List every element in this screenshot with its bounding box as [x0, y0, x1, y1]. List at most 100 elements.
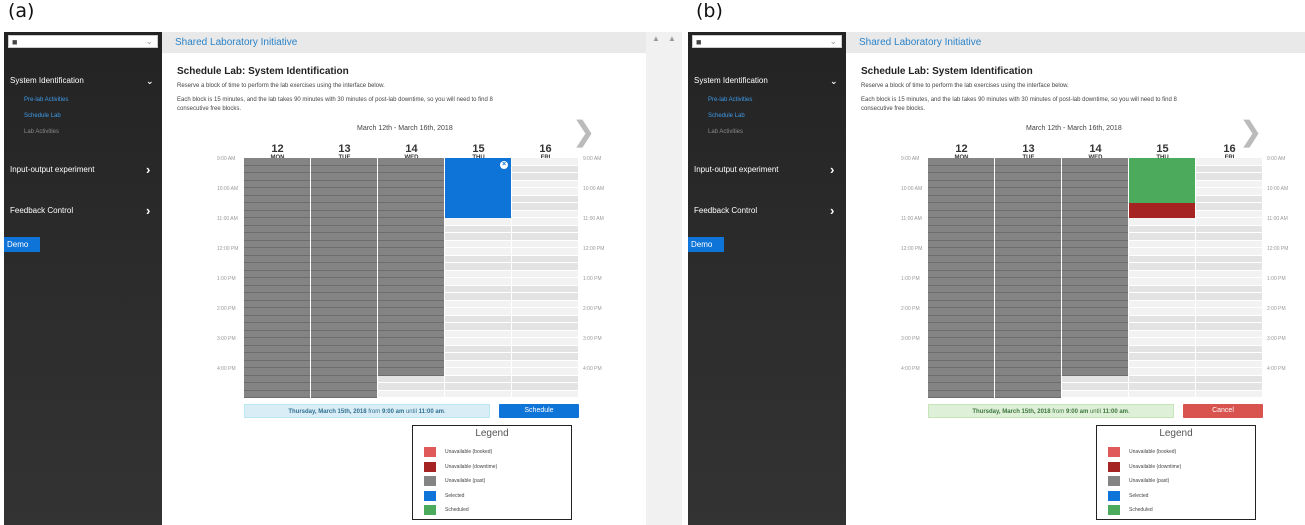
- cancel-button[interactable]: Cancel: [1183, 404, 1263, 418]
- time-block-free[interactable]: [1196, 293, 1262, 301]
- time-block-free[interactable]: [1062, 390, 1128, 398]
- sidebar-item-input-output[interactable]: Input-output experiment ›: [10, 162, 160, 177]
- time-block-free[interactable]: [1196, 353, 1262, 361]
- time-block-free[interactable]: [1129, 308, 1195, 316]
- sidebar-item-pre-lab[interactable]: Pre-lab Activities: [24, 97, 68, 103]
- time-block-free[interactable]: [512, 315, 578, 323]
- schedule-button[interactable]: Schedule: [499, 404, 579, 418]
- time-block-free[interactable]: [512, 308, 578, 316]
- scheduled-block[interactable]: [1129, 158, 1195, 203]
- scrollbar-strip[interactable]: ▲ ▲: [646, 32, 682, 525]
- time-block-free[interactable]: [1129, 330, 1195, 338]
- time-block-free[interactable]: [512, 390, 578, 398]
- time-block-free[interactable]: [512, 368, 578, 376]
- time-block-free[interactable]: [512, 323, 578, 331]
- time-block-free[interactable]: [512, 173, 578, 181]
- sidebar-item-feedback-control[interactable]: Feedback Control ›: [10, 203, 160, 218]
- time-block-free[interactable]: [1196, 345, 1262, 353]
- time-block-free[interactable]: [1196, 338, 1262, 346]
- time-block-free[interactable]: [1196, 248, 1262, 256]
- time-block-free[interactable]: [445, 233, 511, 241]
- time-block-free[interactable]: [1129, 270, 1195, 278]
- time-block-free[interactable]: [445, 300, 511, 308]
- time-block-free[interactable]: [512, 240, 578, 248]
- next-week-icon[interactable]: ❯: [572, 118, 595, 146]
- time-block-free[interactable]: [1129, 218, 1195, 226]
- time-block-free[interactable]: [1196, 203, 1262, 211]
- sidebar-item-system-identification[interactable]: System Identification ⌄: [694, 76, 844, 86]
- time-block-free[interactable]: [512, 285, 578, 293]
- time-block-free[interactable]: [1129, 248, 1195, 256]
- time-block-free[interactable]: [445, 240, 511, 248]
- time-block-free[interactable]: [445, 383, 511, 391]
- time-block-free[interactable]: [1129, 353, 1195, 361]
- time-block-free[interactable]: [512, 218, 578, 226]
- time-block-free[interactable]: [512, 345, 578, 353]
- time-block-free[interactable]: [512, 188, 578, 196]
- time-block-free[interactable]: [1129, 233, 1195, 241]
- time-block-free[interactable]: [512, 233, 578, 241]
- time-block-free[interactable]: [445, 285, 511, 293]
- time-block-free[interactable]: [1196, 383, 1262, 391]
- time-block-free[interactable]: [445, 270, 511, 278]
- time-block-free[interactable]: [445, 330, 511, 338]
- time-block-free[interactable]: [445, 368, 511, 376]
- time-block-free[interactable]: [1196, 158, 1262, 166]
- time-block-free[interactable]: [512, 375, 578, 383]
- time-block-free[interactable]: [512, 338, 578, 346]
- time-block-free[interactable]: [1196, 368, 1262, 376]
- time-block-free[interactable]: [445, 255, 511, 263]
- time-block-free[interactable]: [1196, 255, 1262, 263]
- time-block-free[interactable]: [445, 353, 511, 361]
- time-block-free[interactable]: [1196, 315, 1262, 323]
- demo-button[interactable]: Demo: [688, 237, 724, 252]
- time-block-free[interactable]: [445, 218, 511, 226]
- time-block-free[interactable]: [512, 203, 578, 211]
- time-block-free[interactable]: [1129, 293, 1195, 301]
- time-block-free[interactable]: [512, 158, 578, 166]
- time-block-free[interactable]: [512, 270, 578, 278]
- time-block-free[interactable]: [378, 390, 444, 398]
- time-block-free[interactable]: [512, 330, 578, 338]
- time-block-free[interactable]: [1196, 300, 1262, 308]
- time-block-free[interactable]: [1196, 180, 1262, 188]
- time-block-free[interactable]: [1196, 323, 1262, 331]
- time-block-free[interactable]: [512, 248, 578, 256]
- sidebar-item-schedule-lab[interactable]: Schedule Lab: [24, 113, 61, 119]
- time-block-free[interactable]: [1062, 375, 1128, 383]
- chevron-down-icon[interactable]: ⌄: [829, 36, 837, 47]
- time-block-free[interactable]: [1196, 375, 1262, 383]
- close-icon[interactable]: ×: [500, 161, 508, 169]
- time-block-free[interactable]: [512, 210, 578, 218]
- time-block-free[interactable]: [512, 180, 578, 188]
- time-block-free[interactable]: [1129, 240, 1195, 248]
- time-block-free[interactable]: [512, 293, 578, 301]
- time-block-free[interactable]: [445, 360, 511, 368]
- chevron-down-icon[interactable]: ⌄: [145, 36, 153, 47]
- time-block-free[interactable]: [1196, 225, 1262, 233]
- time-block-free[interactable]: [445, 390, 511, 398]
- time-block-free[interactable]: [445, 293, 511, 301]
- time-block-free[interactable]: [445, 248, 511, 256]
- time-block-free[interactable]: [512, 383, 578, 391]
- time-block-free[interactable]: [1129, 300, 1195, 308]
- user-select[interactable]: ■ ⌄: [8, 35, 158, 48]
- time-block-free[interactable]: [445, 315, 511, 323]
- time-block-free[interactable]: [512, 278, 578, 286]
- time-block-free[interactable]: [1129, 225, 1195, 233]
- time-block-free[interactable]: [1196, 165, 1262, 173]
- sidebar-item-lab-activities[interactable]: Lab Activities: [708, 129, 743, 135]
- time-block-free[interactable]: [1196, 233, 1262, 241]
- time-block-free[interactable]: [512, 255, 578, 263]
- time-block-free[interactable]: [1196, 360, 1262, 368]
- time-block-free[interactable]: [1129, 315, 1195, 323]
- time-block-free[interactable]: [1196, 210, 1262, 218]
- time-block-free[interactable]: [1196, 330, 1262, 338]
- time-block-free[interactable]: [1129, 390, 1195, 398]
- time-block-free[interactable]: [1129, 383, 1195, 391]
- time-block-free[interactable]: [512, 165, 578, 173]
- time-block-free[interactable]: [1129, 360, 1195, 368]
- demo-button[interactable]: Demo: [4, 237, 40, 252]
- scroll-up-icon-2[interactable]: ▲: [668, 34, 676, 43]
- time-block-free[interactable]: [1129, 255, 1195, 263]
